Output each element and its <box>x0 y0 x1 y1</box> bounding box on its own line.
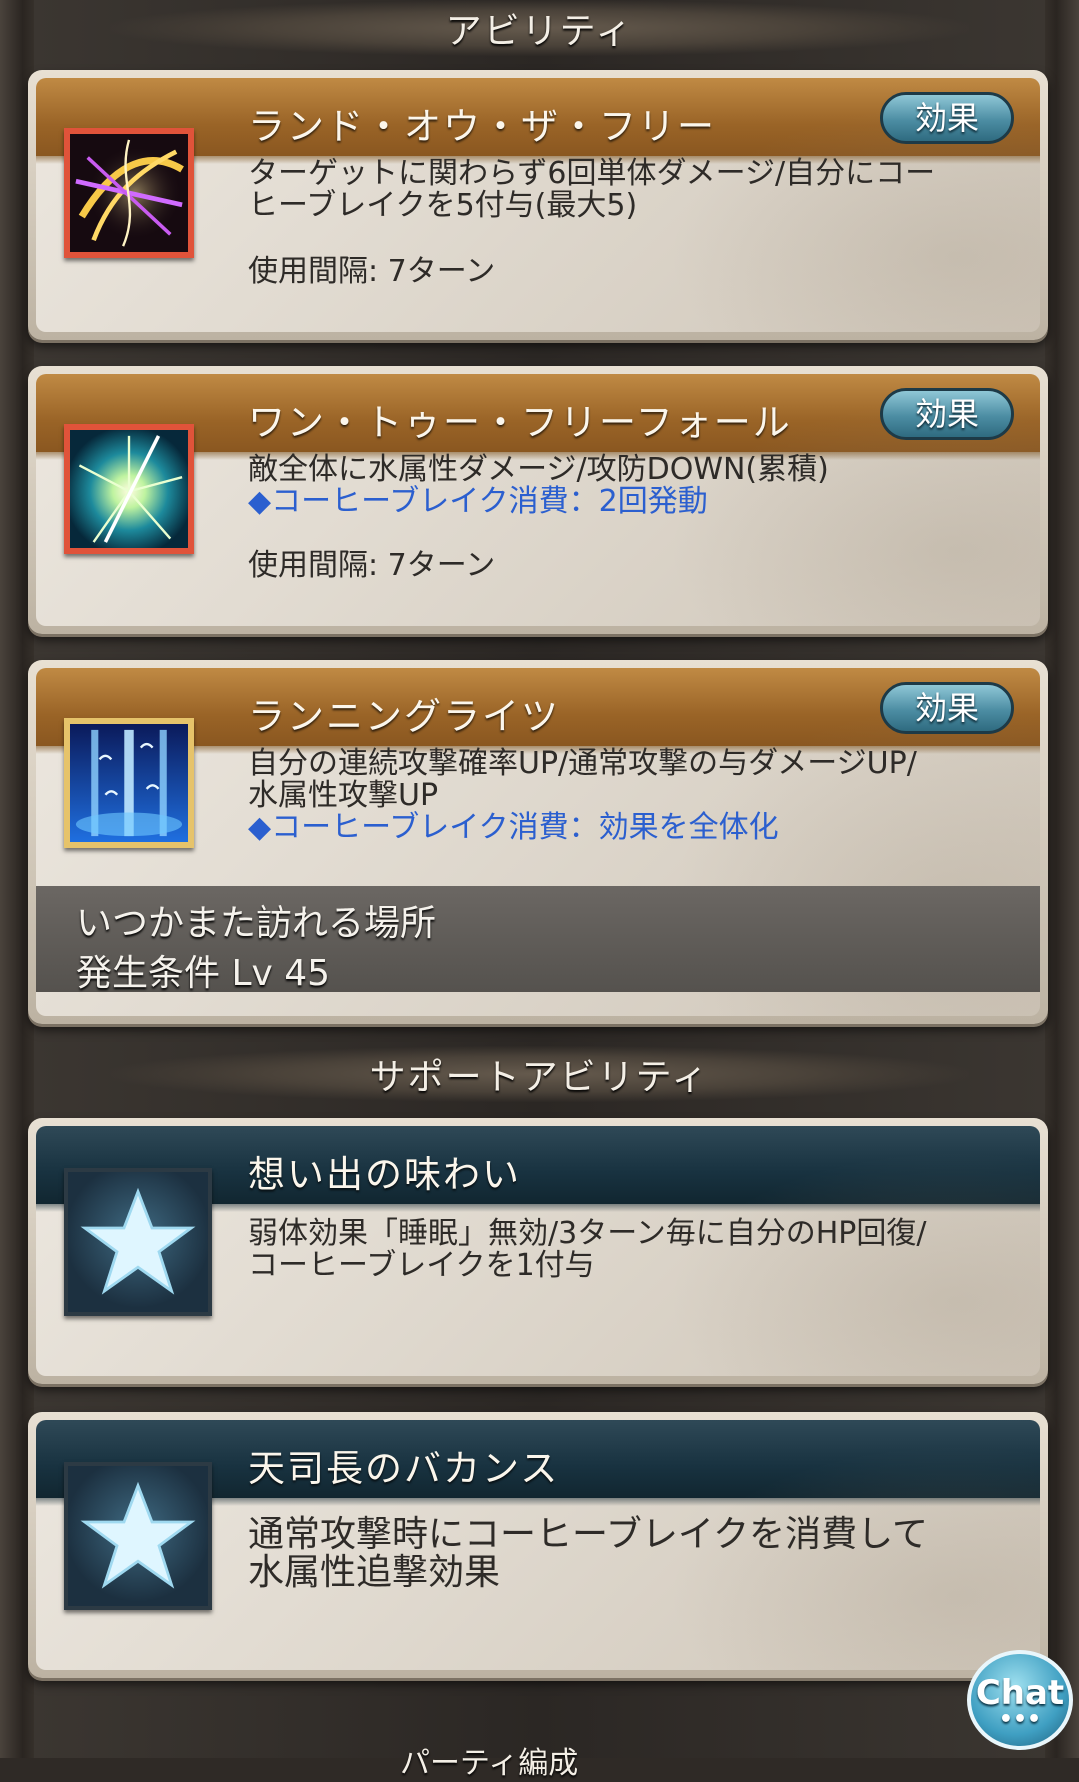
ability-cooldown: 使用間隔: 7ターン <box>248 548 496 583</box>
ability-description: ターゲットに関わらず6回単体ダメージ/自分にコー ヒーブレイクを5付与(最大5) <box>248 156 936 223</box>
support-ability-description: 弱体効果「睡眠」無効/3ターン毎に自分のHP回復/ コーヒーブレイクを1付与 <box>248 1216 927 1283</box>
unlock-fate-episode: いつかまた訪れる場所 <box>76 903 437 944</box>
blue-light-pillars-icon <box>64 718 194 848</box>
support-ability-card: 想い出の味わい 弱体効果「睡眠」無効/3ターン毎に自分のHP回復/ コーヒーブレ… <box>28 1118 1048 1384</box>
support-section-title: サポートアビリティ <box>369 1057 710 1098</box>
unlock-condition-overlay: いつかまた訪れる場所 発生条件 Lv 45 <box>36 886 1040 994</box>
water-burst-icon <box>64 424 194 554</box>
ability-description: 自分の連続攻撃確率UP/通常攻撃の与ダメージUP/ 水属性攻撃UP ◆コーヒーブ… <box>248 746 917 845</box>
ability-section-title: アビリティ <box>445 11 634 52</box>
support-section-header: サポートアビリティ <box>110 1046 969 1102</box>
ability-card-locked: ランニングライツ 効果 自分の連続攻撃確率UP/通常攻撃の与ダメージUP/ 水属… <box>28 660 1048 1024</box>
ability-cooldown: 使用間隔: 7ターン <box>248 254 496 289</box>
effect-button[interactable]: 効果 <box>880 388 1014 440</box>
support-ability-description: 通常攻撃時にコーヒーブレイクを消費して 水属性追撃効果 <box>248 1514 929 1593</box>
effect-button[interactable]: 効果 <box>880 682 1014 734</box>
ability-section-header: アビリティ <box>110 0 969 56</box>
support-ability-name: 天司長のバカンス <box>248 1447 560 1490</box>
chat-dots: ••• <box>998 1707 1042 1732</box>
support-ability-name: 想い出の味わい <box>248 1153 521 1196</box>
star-icon <box>64 1462 212 1610</box>
golden-crossed-slash-icon <box>64 128 194 258</box>
ability-card: ワン・トゥー・フリーフォール 効果 敵全体に水属性ダメージ/攻防DOWN(累積) <box>28 366 1048 634</box>
ability-name: ワン・トゥー・フリーフォール <box>248 401 792 444</box>
ability-name: ランド・オウ・ザ・フリー <box>248 105 716 148</box>
ability-card: ランド・オウ・ザ・フリー 効果 ターゲットに関わらず6回単体ダメージ/自分にコー <box>28 70 1048 340</box>
unlock-level: 発生条件 Lv 45 <box>76 953 331 994</box>
ability-description: 敵全体に水属性ダメージ/攻防DOWN(累積) ◆コーヒーブレイク消費：2回発動 <box>248 452 829 519</box>
next-section-title: パーティ編成 <box>400 1746 579 1781</box>
support-ability-card: 天司長のバカンス 通常攻撃時にコーヒーブレイクを消費して 水属性追撃効果 <box>28 1412 1048 1678</box>
ability-name: ランニングライツ <box>248 695 560 738</box>
star-icon <box>64 1168 212 1316</box>
chat-button[interactable]: Chat ••• <box>967 1650 1073 1750</box>
effect-button[interactable]: 効果 <box>880 92 1014 144</box>
